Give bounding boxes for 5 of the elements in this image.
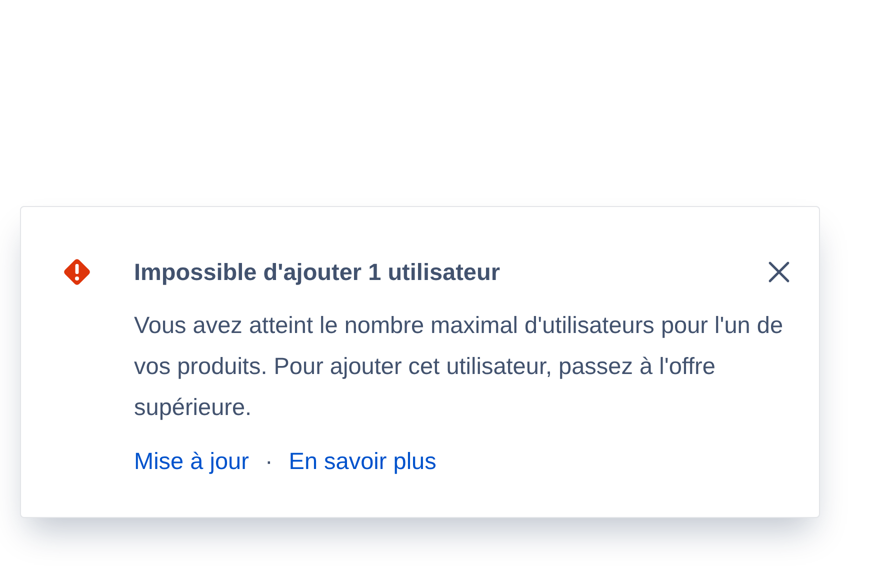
action-link[interactable]: En savoir plus <box>288 448 436 475</box>
separator-dot: · <box>264 448 273 475</box>
flag-title: Impossible d'ajouter 1 utilisateur <box>134 258 500 286</box>
flag-message: Vous avez atteint le nombre maximal d'utilisateurs pour l'un de vos produits. Pour ajouter cet utilisateur, passez à l'offre supérieure. <box>134 311 784 422</box>
action-link[interactable]: Mise à jour <box>134 448 249 475</box>
